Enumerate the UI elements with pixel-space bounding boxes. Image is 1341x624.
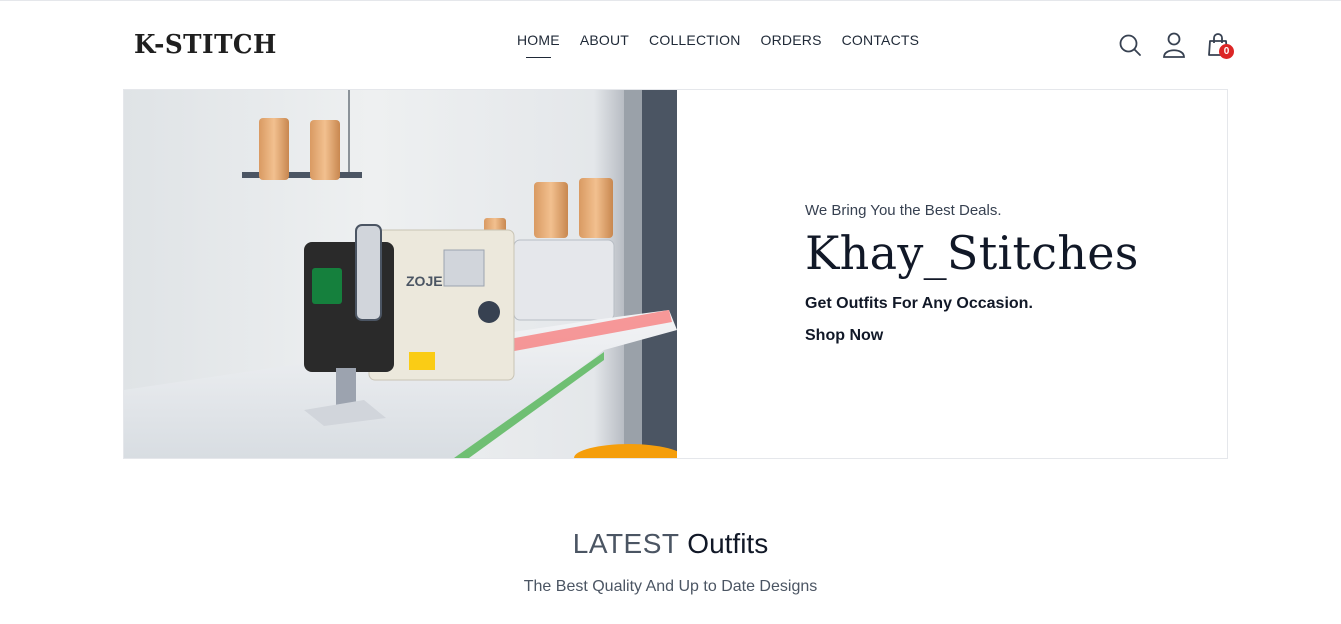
section-title: LATEST Outfits [0, 528, 1341, 560]
latest-outfits-section: LATEST Outfits The Best Quality And Up t… [0, 528, 1341, 596]
nav-collection[interactable]: COLLECTION [649, 32, 740, 48]
nav-contacts[interactable]: CONTACTS [842, 32, 920, 48]
hero-banner: ZOJE We Bring You the Best Deals. Khay_S… [123, 89, 1228, 459]
hero-subtitle: Get Outfits For Any Occasion. [805, 295, 1033, 312]
svg-text:ZOJE: ZOJE [406, 273, 443, 289]
cart-button[interactable]: 0 [1205, 30, 1234, 60]
user-icon [1163, 32, 1185, 58]
nav-orders[interactable]: ORDERS [761, 32, 822, 48]
hero-title: Khay_Stitches [805, 226, 1139, 280]
header-actions: 0 [1117, 30, 1249, 60]
sewing-machine-image: ZOJE [124, 90, 677, 458]
search-icon [1119, 34, 1141, 56]
nav-about[interactable]: ABOUT [580, 32, 629, 48]
site-header: K-STITCH HOME ABOUT COLLECTION ORDERS CO… [0, 0, 1341, 88]
hero-copy: We Bring You the Best Deals. Khay_Stitch… [805, 202, 1139, 345]
section-title-light: LATEST [572, 528, 680, 559]
section-title-strong: Outfits [687, 528, 769, 559]
account-button[interactable] [1161, 30, 1187, 60]
main-nav: HOME ABOUT COLLECTION ORDERS CONTACTS [517, 32, 939, 58]
shop-now-link[interactable]: Shop Now [805, 327, 883, 345]
search-button[interactable] [1117, 30, 1143, 60]
cart-count-badge: 0 [1219, 44, 1234, 59]
nav-home[interactable]: HOME [517, 32, 560, 58]
hero-tagline: We Bring You the Best Deals. [805, 202, 1002, 219]
brand-logo[interactable]: K-STITCH [134, 30, 277, 60]
section-subtitle: The Best Quality And Up to Date Designs [523, 578, 818, 595]
